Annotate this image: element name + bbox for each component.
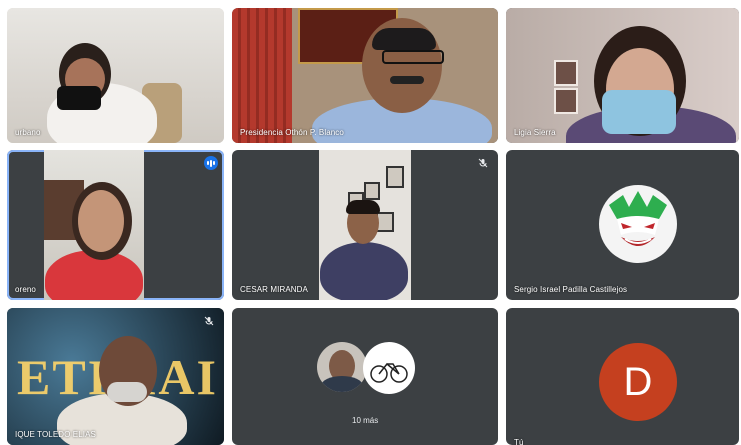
participant-name: CESAR MIRANDA bbox=[240, 285, 308, 294]
participant-tile-ligia-sierra[interactable]: Ligia Sierra bbox=[506, 8, 739, 143]
participant-thumb bbox=[317, 342, 367, 392]
meeting-grid: urbano Presidencia Othón P. Blanco Ligia… bbox=[0, 0, 741, 445]
avatar: D bbox=[599, 343, 677, 421]
video-feed bbox=[232, 8, 498, 143]
participant-tile-oreno[interactable]: oreno bbox=[7, 150, 224, 300]
participant-name: Tú bbox=[514, 438, 524, 445]
participant-tile-presidencia[interactable]: Presidencia Othón P. Blanco bbox=[232, 8, 498, 143]
participant-tile-toledo[interactable]: ETIMAI IQUE TOLEDO ELIAS bbox=[7, 308, 224, 445]
self-tile[interactable]: D Tú bbox=[506, 308, 739, 445]
joker-avatar bbox=[599, 185, 677, 263]
participant-tile-cesar-miranda[interactable]: CESAR MIRANDA bbox=[232, 150, 498, 300]
overflow-participants-tile[interactable]: 10 más bbox=[232, 308, 498, 445]
bicycle-avatar bbox=[363, 342, 415, 394]
participant-name: urbano bbox=[15, 128, 41, 137]
video-feed bbox=[232, 150, 498, 300]
speaking-indicator-icon bbox=[204, 156, 218, 170]
mic-off-icon bbox=[202, 314, 216, 328]
overflow-count-label: 10 más bbox=[352, 416, 379, 425]
video-feed bbox=[506, 8, 739, 143]
participant-name: IQUE TOLEDO ELIAS bbox=[15, 430, 96, 439]
video-feed: ETIMAI bbox=[7, 308, 224, 445]
participant-name: oreno bbox=[15, 285, 36, 294]
participant-tile-urbano[interactable]: urbano bbox=[7, 8, 224, 143]
mic-off-icon bbox=[476, 156, 490, 170]
video-feed bbox=[7, 150, 224, 300]
participant-name: Presidencia Othón P. Blanco bbox=[240, 128, 344, 137]
participant-name: Ligia Sierra bbox=[514, 128, 556, 137]
video-feed bbox=[7, 8, 224, 143]
participant-name: Sergio Israel Padilla Castillejos bbox=[514, 285, 628, 294]
participant-tile-sergio[interactable]: Sergio Israel Padilla Castillejos bbox=[506, 150, 739, 300]
